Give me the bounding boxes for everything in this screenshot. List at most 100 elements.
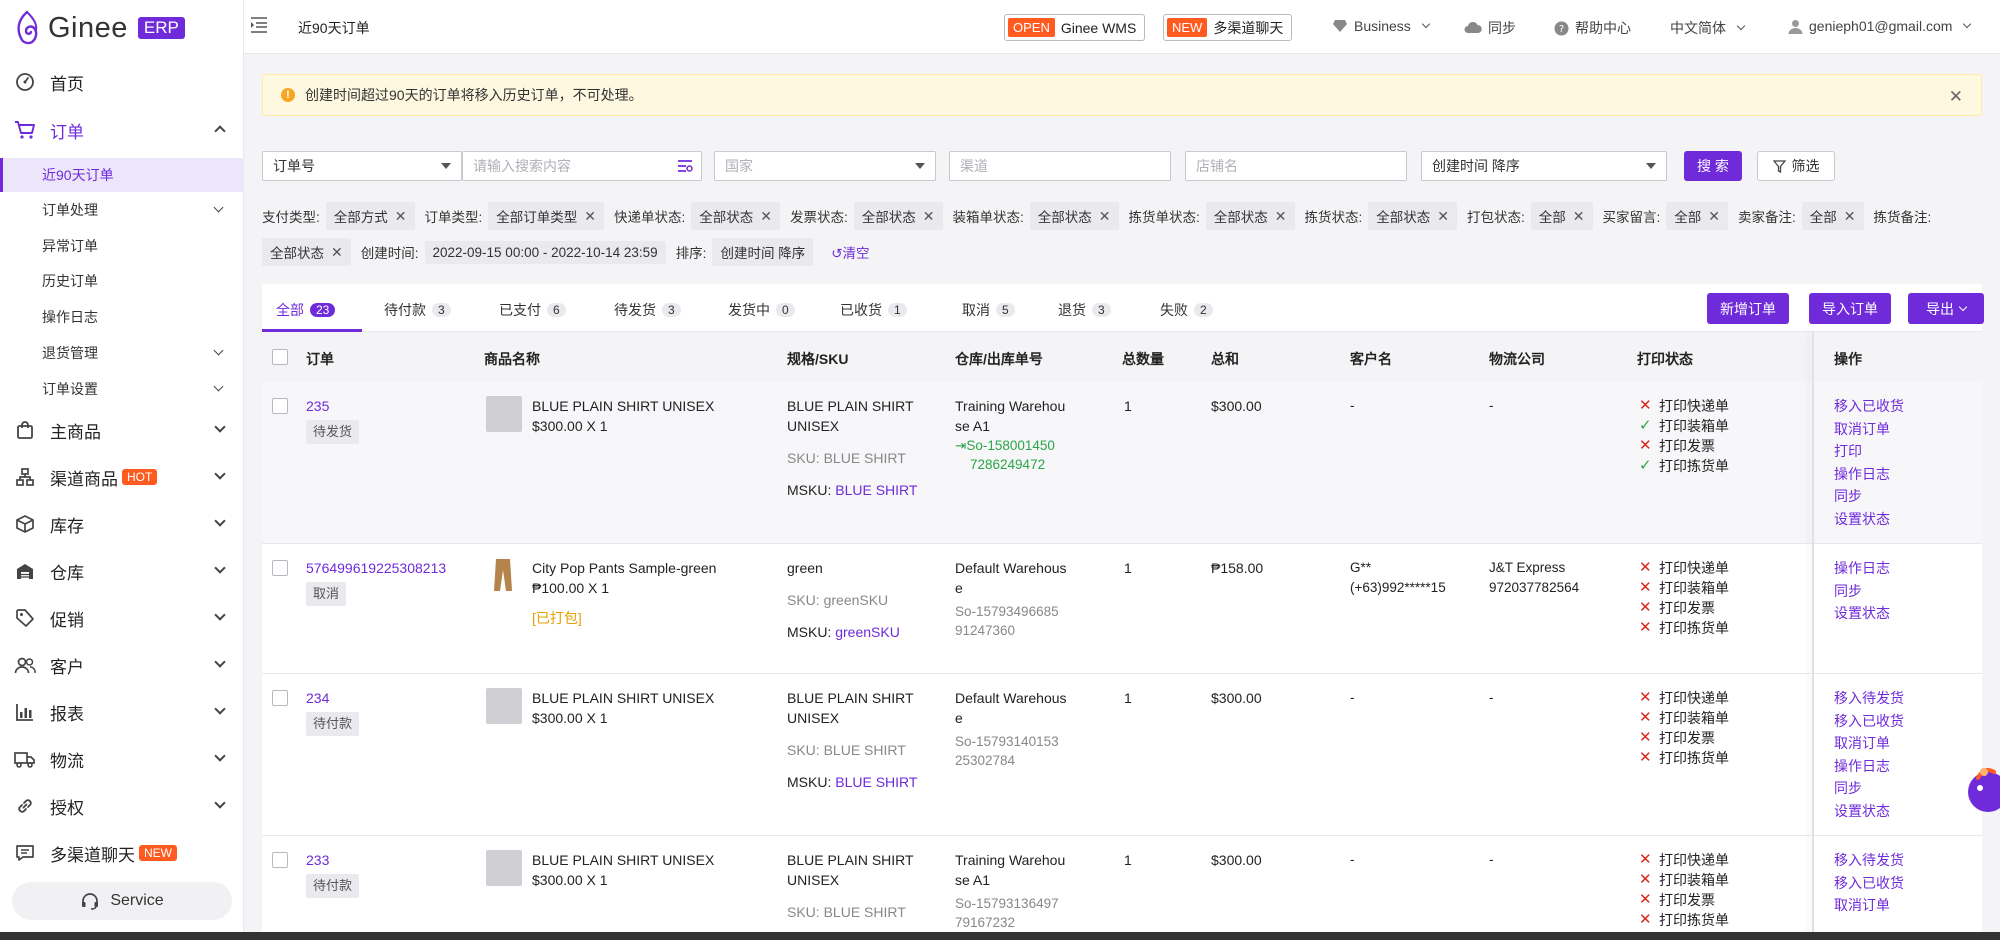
order-number-link[interactable]: 233: [306, 850, 359, 870]
export-button[interactable]: 导出: [1908, 293, 1984, 324]
tab-status[interactable]: 已支付 6: [499, 300, 566, 320]
row-action-link[interactable]: 移入已收货: [1834, 711, 1904, 734]
row-action-link[interactable]: 操作日志: [1834, 756, 1904, 779]
sidebar-sub-operation-log[interactable]: 操作日志: [0, 300, 244, 334]
filter-chip[interactable]: 全部方式 ✕: [325, 202, 415, 230]
sidebar-item-inventory[interactable]: 库存: [0, 502, 244, 546]
row-action-link[interactable]: 设置状态: [1834, 801, 1904, 824]
row-action-link[interactable]: 移入已收货: [1834, 396, 1904, 419]
clear-filters-link[interactable]: ↺清空: [831, 242, 869, 262]
created-time-chip[interactable]: 2022-09-15 00:00 - 2022-10-14 23:59: [424, 240, 666, 264]
filter-chip[interactable]: 全部状态 ✕: [1205, 202, 1295, 230]
sort-select[interactable]: 创建时间 降序: [1421, 151, 1667, 181]
filter-chip[interactable]: 全部状态 ✕: [691, 202, 780, 230]
close-icon[interactable]: ✕: [1844, 208, 1856, 225]
filter-chip[interactable]: 全部 ✕: [1666, 202, 1728, 230]
table-row[interactable]: 235 待发货 BLUE PLAIN SHIRT UNISEX $300.00 X 1…: [262, 382, 1982, 544]
sidebar-sub-order-settings[interactable]: 订单设置: [0, 372, 244, 406]
row-action-link[interactable]: 同步: [1834, 486, 1904, 509]
search-button[interactable]: 搜 索: [1684, 151, 1742, 181]
close-icon[interactable]: ✕: [584, 208, 596, 225]
sidebar-sub-returns[interactable]: 退货管理: [0, 336, 244, 370]
filter-chip[interactable]: 全部订单类型 ✕: [488, 202, 604, 230]
tab-status[interactable]: 发货中 0: [728, 300, 795, 320]
row-action-link[interactable]: 取消订单: [1834, 419, 1904, 442]
filter-chip[interactable]: 全部状态 ✕: [853, 202, 943, 230]
row-action-link[interactable]: 设置状态: [1834, 603, 1890, 626]
user-dropdown[interactable]: genieph01@gmail.com: [1788, 18, 1972, 34]
close-icon[interactable]: ✕: [395, 208, 407, 225]
close-icon[interactable]: ✕: [1437, 208, 1449, 225]
business-dropdown[interactable]: Business: [1332, 18, 1431, 34]
sidebar-item-multichannel-chat[interactable]: 多渠道聊天 NEW: [0, 831, 244, 875]
country-select[interactable]: 国家: [714, 151, 936, 181]
table-row[interactable]: 233 待付款 BLUE PLAIN SHIRT UNISEX $300.00 X 1…: [262, 836, 1982, 940]
sidebar-item-warehouse[interactable]: 仓库: [0, 549, 244, 593]
row-checkbox[interactable]: [272, 852, 288, 868]
sidebar-item-reports[interactable]: 报表: [0, 690, 244, 734]
sort-chip[interactable]: 创建时间 降序: [712, 238, 814, 266]
row-action-link[interactable]: 设置状态: [1834, 509, 1904, 532]
row-action-link[interactable]: 移入待发货: [1834, 688, 1904, 711]
search-field-select[interactable]: 订单号: [262, 151, 462, 181]
row-action-link[interactable]: 操作日志: [1834, 558, 1890, 581]
sidebar-sub-order-processing[interactable]: 订单处理: [0, 193, 244, 227]
outbound-number[interactable]: So-158001450: [966, 438, 1055, 453]
msku-link[interactable]: greenSKU: [835, 624, 900, 640]
batch-search-icon[interactable]: [677, 159, 693, 173]
row-action-link[interactable]: 同步: [1834, 778, 1904, 801]
tab-status[interactable]: 取消 5: [962, 300, 1015, 320]
menu-fold-icon[interactable]: [250, 16, 268, 34]
language-dropdown[interactable]: 中文简体: [1670, 18, 1746, 38]
row-action-link[interactable]: 取消订单: [1834, 733, 1904, 756]
row-checkbox[interactable]: [272, 690, 288, 706]
row-action-link[interactable]: 同步: [1834, 581, 1890, 604]
tab-status[interactable]: 失败 2: [1160, 300, 1213, 320]
sidebar-item-home[interactable]: 首页: [0, 60, 244, 104]
row-action-link[interactable]: 打印: [1834, 441, 1904, 464]
close-icon[interactable]: ✕: [1573, 208, 1585, 225]
select-all-checkbox[interactable]: [272, 349, 288, 365]
close-icon[interactable]: ✕: [331, 244, 343, 261]
outbound-number[interactable]: So-15793136497: [955, 896, 1059, 911]
filter-chip[interactable]: 全部状态 ✕: [1029, 202, 1119, 230]
assistant-bot-icon[interactable]: [1966, 748, 2000, 822]
sidebar-sub-abnormal-orders[interactable]: 异常订单: [0, 229, 244, 263]
sidebar-item-orders[interactable]: 订单: [0, 108, 244, 152]
msku-link[interactable]: BLUE SHIRT: [835, 482, 917, 498]
sidebar-item-logistics[interactable]: 物流: [0, 737, 244, 781]
row-action-link[interactable]: 移入已收货: [1834, 873, 1904, 896]
close-icon[interactable]: ✕: [1275, 208, 1287, 225]
close-icon[interactable]: ✕: [1949, 87, 1963, 107]
tab-status[interactable]: 待发货 3: [614, 300, 681, 320]
import-orders-button[interactable]: 导入订单: [1809, 293, 1891, 324]
sidebar-item-products[interactable]: 主商品: [0, 408, 244, 452]
product-name[interactable]: BLUE PLAIN SHIRT UNISEX: [532, 850, 772, 870]
row-action-link[interactable]: 操作日志: [1834, 464, 1904, 487]
close-icon[interactable]: ✕: [1708, 208, 1720, 225]
msku-link[interactable]: BLUE SHIRT: [835, 774, 917, 790]
filter-chip[interactable]: 全部 ✕: [1530, 202, 1593, 230]
outbound-number[interactable]: So-15793140153: [955, 734, 1059, 749]
row-action-link[interactable]: 取消订单: [1834, 895, 1904, 918]
outbound-number[interactable]: So-15793496685: [955, 604, 1059, 619]
ginee-wms-button[interactable]: OPEN Ginee WMS: [1004, 14, 1146, 41]
tab-status[interactable]: 全部 23: [276, 300, 336, 320]
filter-chip[interactable]: 全部状态 ✕: [262, 238, 351, 266]
tab-status[interactable]: 已收货 1: [840, 300, 907, 320]
sidebar-item-promotions[interactable]: 促销: [0, 596, 244, 640]
sidebar-item-channel-products[interactable]: 渠道商品 HOT: [0, 455, 244, 499]
close-icon[interactable]: ✕: [1099, 208, 1111, 225]
channel-input[interactable]: 渠道: [949, 151, 1171, 181]
order-number-link[interactable]: 234: [306, 688, 359, 708]
row-checkbox[interactable]: [272, 398, 288, 414]
filter-chip[interactable]: 全部 ✕: [1801, 202, 1864, 230]
help-center-link[interactable]: ? 帮助中心: [1554, 18, 1631, 38]
ginee-logo[interactable]: Ginee ERP: [14, 8, 185, 48]
search-input[interactable]: 请输入搜索内容: [462, 151, 702, 181]
sidebar-item-customers[interactable]: 客户: [0, 643, 244, 687]
tab-status[interactable]: 退货 3: [1058, 300, 1111, 320]
sidebar-sub-history-orders[interactable]: 历史订单: [0, 264, 244, 298]
product-name[interactable]: City Pop Pants Sample-green: [532, 558, 772, 578]
row-action-link[interactable]: 移入待发货: [1834, 850, 1904, 873]
